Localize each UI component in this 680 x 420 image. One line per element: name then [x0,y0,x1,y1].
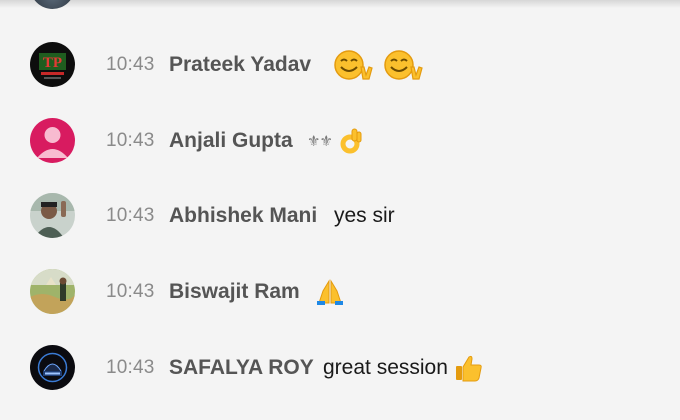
author-name[interactable]: Biswajit Ram [169,280,300,304]
message-text-content: great session [323,356,448,379]
top-edge-shadow [0,0,680,8]
message-text [316,279,344,305]
author-name[interactable]: SAFALYA ROY [169,356,314,380]
message-text: great session [323,354,484,382]
author-name[interactable]: Prateek Yadav [169,53,311,77]
ok-hand-emoji [340,128,362,154]
live-chat-screen: { "messages": [ {"time": "10:43", "autho… [0,0,680,420]
default-person-avatar[interactable] [30,118,75,163]
svg-text:TP: TP [43,55,62,71]
chat-message[interactable]: 10:43 Anjali Gupta ⚜⚜ [0,116,680,166]
smile-victory-emoji [384,50,423,80]
message-text: ⚜⚜ [307,127,362,155]
message-time: 10:43 [106,130,155,151]
thumbs-up-emoji [455,355,482,382]
chat-message[interactable]: 10:43 SAFALYA ROY great session [0,343,680,393]
message-time: 10:43 [106,54,155,75]
chat-message[interactable]: TP 10:43 Prateek Yadav [0,40,680,90]
smile-victory-emoji [334,50,373,80]
dark-logo-avatar[interactable] [30,345,75,390]
message-time: 10:43 [106,357,155,378]
tp-logo-avatar[interactable]: TP [30,42,75,87]
message-text: yes sir [334,204,395,227]
chat-message[interactable]: 10:43 Biswajit Ram [0,267,680,317]
message-text [333,49,427,81]
author-name[interactable]: Abhishek Mani [169,204,317,228]
folded-hands-emoji [317,279,343,305]
fleur-de-lis-symbols: ⚜⚜ [307,132,333,150]
chat-message[interactable]: 10:43 Abhishek Mani yes sir [0,191,680,241]
author-name[interactable]: Anjali Gupta [169,129,293,153]
photo-outdoor-avatar[interactable] [30,269,75,314]
message-time: 10:43 [106,205,155,226]
message-time: 10:43 [106,281,155,302]
photo-person-avatar[interactable] [30,193,75,238]
